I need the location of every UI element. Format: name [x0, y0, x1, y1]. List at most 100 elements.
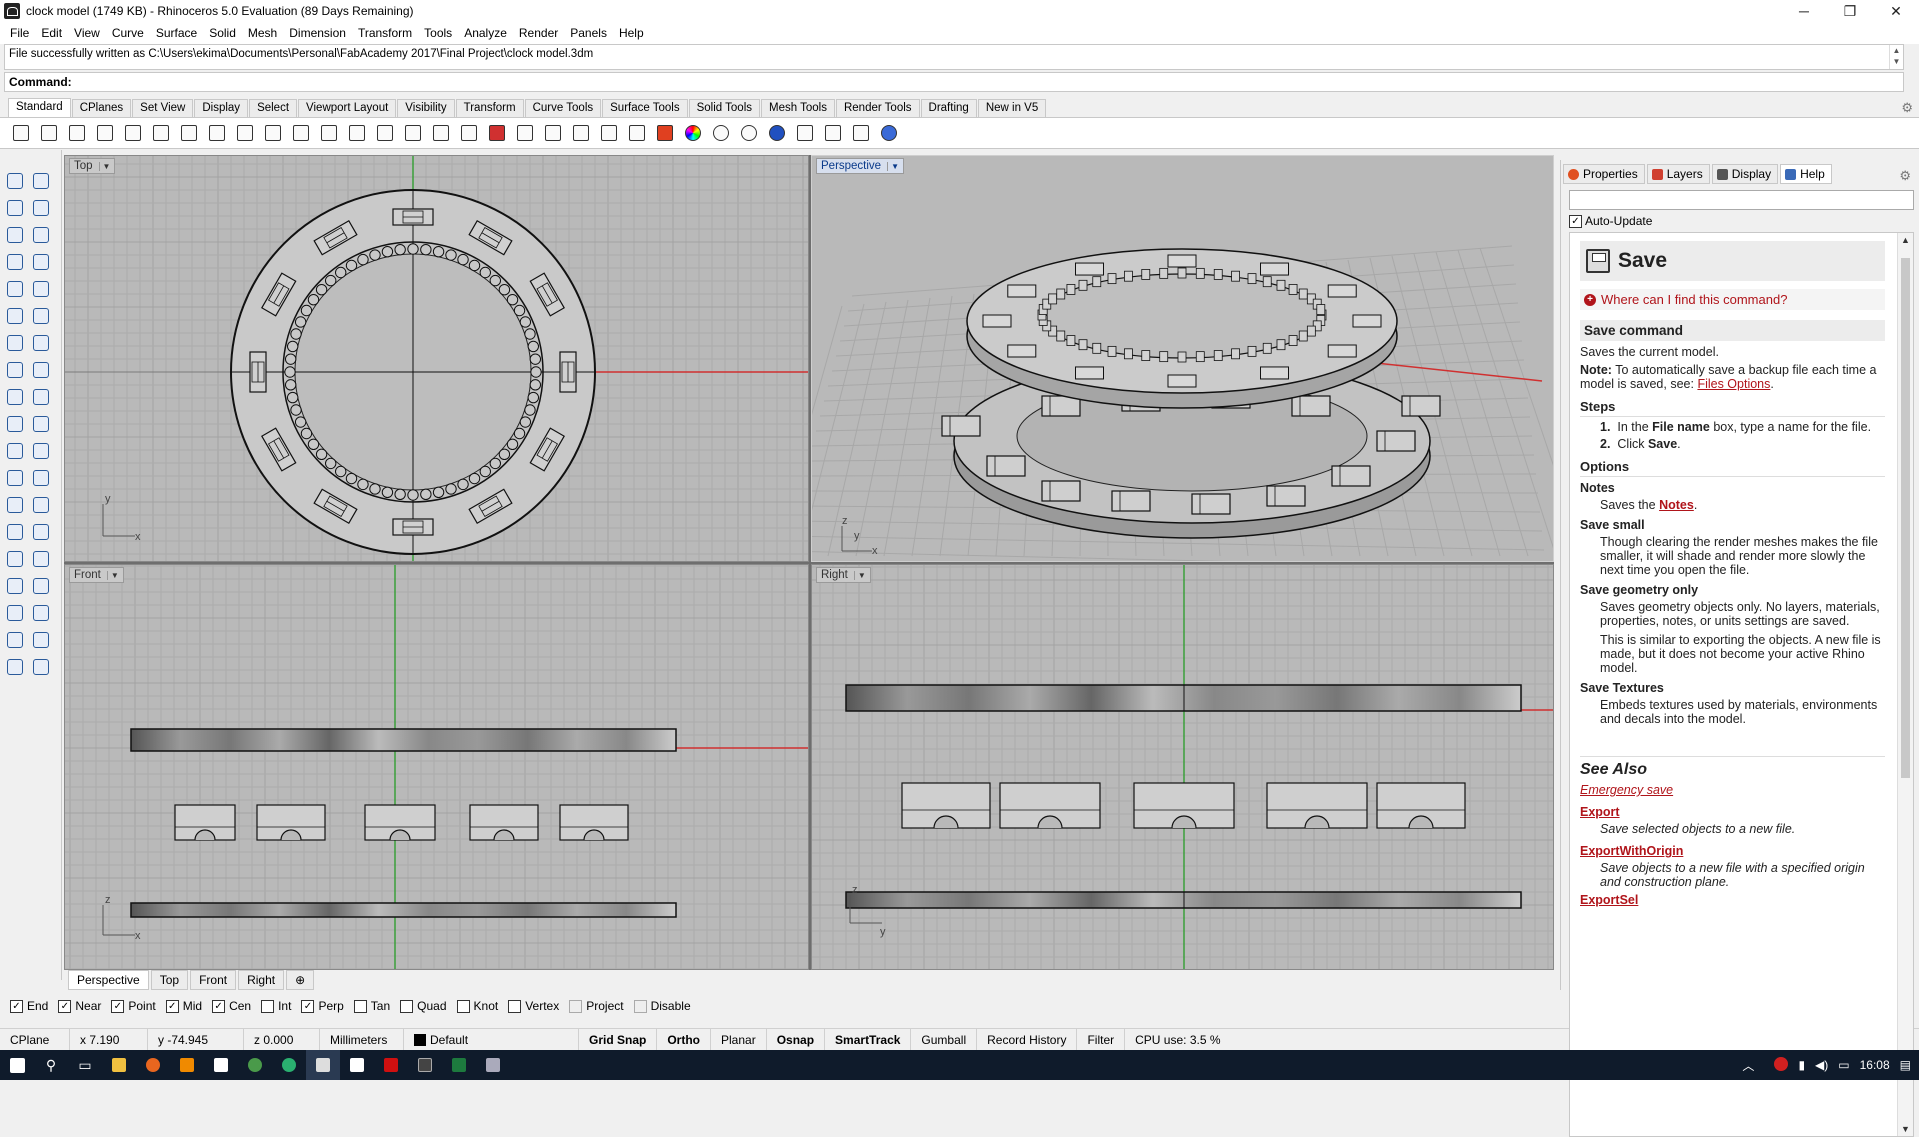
tray-app-icon[interactable] — [1764, 1056, 1789, 1074]
loft-icon[interactable] — [30, 359, 52, 381]
tab-visibility[interactable]: Visibility — [397, 99, 455, 117]
zoom-icon[interactable] — [318, 122, 340, 144]
tab-cplanes[interactable]: CPlanes — [71, 99, 132, 117]
tab-solid-tools[interactable]: Solid Tools — [688, 99, 760, 117]
menu-transform[interactable]: Transform — [352, 26, 418, 40]
file-explorer-icon[interactable] — [102, 1050, 136, 1080]
panel-settings-gear-icon[interactable]: ⚙ — [1899, 168, 1911, 184]
gear-tools-icon[interactable] — [822, 122, 844, 144]
filter-toggle[interactable]: Filter — [1077, 1028, 1126, 1051]
app-green-icon[interactable] — [272, 1050, 306, 1080]
save-icon[interactable] — [66, 122, 88, 144]
fillet-icon[interactable] — [4, 305, 26, 327]
car-icon[interactable] — [486, 122, 508, 144]
rectangle-icon[interactable] — [4, 251, 26, 273]
status-cplane[interactable]: CPlane — [0, 1028, 70, 1051]
firefox-icon[interactable] — [136, 1050, 170, 1080]
osnap-toggle[interactable]: Osnap — [767, 1028, 826, 1051]
perspective-viewport-label[interactable]: Perspective ▼ — [816, 158, 905, 174]
record-history-toggle[interactable]: Record History — [977, 1028, 1078, 1051]
lock-icon[interactable] — [626, 122, 648, 144]
panel-tab-display[interactable]: Display — [1711, 164, 1779, 184]
print-icon[interactable] — [94, 122, 116, 144]
layer-icon[interactable] — [654, 122, 676, 144]
copy-icon[interactable] — [178, 122, 200, 144]
notification-icon[interactable]: ▤ — [1900, 1058, 1911, 1072]
taskbar-clock[interactable]: 16:08 — [1860, 1058, 1890, 1072]
add-viewport-tab-icon[interactable]: ⊕ — [286, 970, 315, 990]
viewport-tab-front[interactable]: Front — [190, 970, 237, 990]
array-icon[interactable] — [4, 521, 26, 543]
emergency-save-link[interactable]: Emergency save — [1580, 783, 1885, 797]
right-viewport[interactable]: Right ▼ yz — [811, 564, 1554, 970]
hatch-icon[interactable] — [30, 548, 52, 570]
tab-drafting[interactable]: Drafting — [920, 99, 977, 117]
perspective-viewport[interactable]: Perspective ▼ x zy — [811, 155, 1554, 562]
join-icon[interactable] — [30, 440, 52, 462]
light-wand-icon[interactable] — [794, 122, 816, 144]
properties-icon[interactable] — [30, 602, 52, 624]
tray-network-icon[interactable]: ▮ — [1798, 1058, 1805, 1072]
check-icon[interactable] — [4, 629, 26, 651]
export-link[interactable]: Export — [1580, 805, 1885, 819]
osnap-knot-checkbox[interactable]: Knot — [456, 999, 498, 1013]
line-icon[interactable] — [30, 197, 52, 219]
box-icon[interactable] — [4, 332, 26, 354]
panel-tab-help[interactable]: Help — [1780, 164, 1832, 184]
tray-battery-icon[interactable]: ▭ — [1838, 1058, 1849, 1072]
export-sel-link[interactable]: ExportSel — [1580, 893, 1885, 907]
tab-display[interactable]: Display — [194, 99, 249, 117]
tab-viewport-layout[interactable]: Viewport Layout — [298, 99, 397, 117]
gumball-icon[interactable] — [570, 122, 592, 144]
tab-set-view[interactable]: Set View — [132, 99, 194, 117]
rotate-icon[interactable] — [30, 467, 52, 489]
light-icon[interactable] — [598, 122, 620, 144]
dimension-icon[interactable] — [30, 521, 52, 543]
command-line[interactable]: Command: — [4, 72, 1904, 92]
color-wheel-icon[interactable] — [682, 122, 704, 144]
osnap-vertex-checkbox[interactable]: Vertex — [508, 999, 559, 1013]
help-search-input[interactable] — [1569, 190, 1914, 210]
mail-icon[interactable] — [204, 1050, 238, 1080]
scroll-up-arrow-icon[interactable]: ▲ — [1901, 235, 1910, 245]
scroll-down-arrow-icon[interactable]: ▼ — [1901, 1124, 1910, 1134]
menu-render[interactable]: Render — [513, 26, 564, 40]
ellipse-icon[interactable] — [4, 278, 26, 300]
auto-update-checkbox[interactable]: ✓ Auto-Update — [1569, 214, 1652, 228]
analyze-icon[interactable] — [30, 629, 52, 651]
light-icon[interactable] — [30, 656, 52, 678]
export-with-origin-link[interactable]: ExportWithOrigin — [1580, 844, 1885, 858]
chrome-icon[interactable] — [238, 1050, 272, 1080]
layout-icon[interactable] — [30, 575, 52, 597]
viewport-tab-right[interactable]: Right — [238, 970, 285, 990]
menu-surface[interactable]: Surface — [150, 26, 203, 40]
restore-button[interactable]: ❐ — [1827, 0, 1873, 22]
top-viewport[interactable]: Top ▼ xy — [64, 155, 809, 562]
menu-tools[interactable]: Tools — [418, 26, 458, 40]
viewport-tab-top[interactable]: Top — [150, 970, 189, 990]
app-window-icon[interactable] — [476, 1050, 510, 1080]
menu-curve[interactable]: Curve — [106, 26, 150, 40]
mirror-icon[interactable] — [30, 494, 52, 516]
open-icon[interactable] — [38, 122, 60, 144]
osnap-quad-checkbox[interactable]: Quad — [400, 999, 447, 1013]
tab-surface-tools[interactable]: Surface Tools — [602, 99, 688, 117]
render-icon[interactable] — [4, 656, 26, 678]
tab-transform[interactable]: Transform — [455, 99, 524, 117]
photos-icon[interactable] — [340, 1050, 374, 1080]
menu-file[interactable]: File — [4, 26, 35, 40]
osnap-cen-checkbox[interactable]: ✓ Cen — [212, 999, 251, 1013]
move-icon[interactable] — [4, 467, 26, 489]
four-viewports-icon[interactable] — [458, 122, 480, 144]
help-scrollbar[interactable]: ▲ ▼ — [1897, 233, 1913, 1136]
osnap-disable-checkbox[interactable]: Disable — [633, 999, 691, 1013]
calculator-icon[interactable] — [408, 1050, 442, 1080]
menu-edit[interactable]: Edit — [35, 26, 68, 40]
dimension-icon[interactable] — [850, 122, 872, 144]
history-scrollbar[interactable]: ▲ ▼ — [1889, 45, 1903, 69]
move-view-icon[interactable] — [290, 122, 312, 144]
grid-array-icon[interactable] — [4, 602, 26, 624]
menu-view[interactable]: View — [68, 26, 106, 40]
text-icon[interactable] — [4, 548, 26, 570]
help-icon[interactable] — [878, 122, 900, 144]
